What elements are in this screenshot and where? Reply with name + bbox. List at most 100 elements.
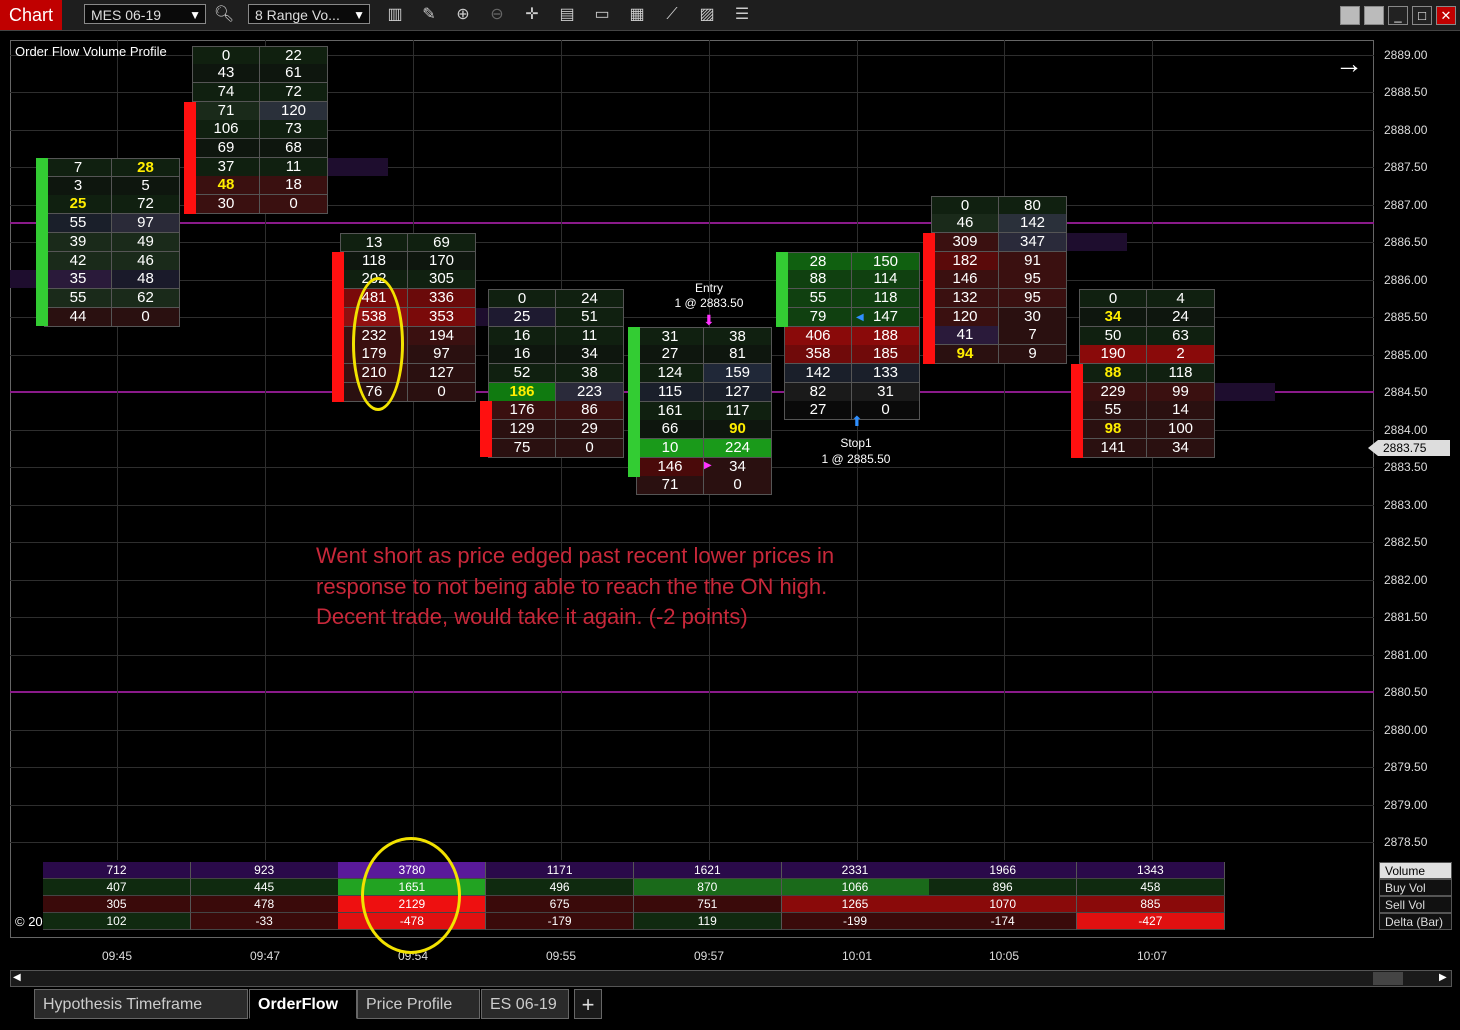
scroll-thumb[interactable] bbox=[1373, 972, 1403, 985]
ask-volume-cell: 95 bbox=[999, 270, 1067, 289]
stat-buy-vol-cell: 496 bbox=[486, 879, 635, 896]
tab-orderflow[interactable]: OrderFlow bbox=[249, 989, 357, 1019]
ask-volume-cell: 62 bbox=[112, 289, 180, 308]
stat-volume-cell: 923 bbox=[190, 862, 339, 879]
bid-volume-cell: 0 bbox=[931, 196, 999, 215]
stat-buy-vol-cell: 870 bbox=[633, 879, 782, 896]
close-icon[interactable]: ✕ bbox=[1436, 6, 1456, 25]
tab-hypothesis-timeframe[interactable]: Hypothesis Timeframe bbox=[34, 989, 248, 1019]
ask-volume-cell: 30 bbox=[999, 308, 1067, 327]
candle-body bbox=[628, 327, 640, 477]
ask-volume-cell: 63 bbox=[1147, 327, 1215, 346]
tab-es-06-19[interactable]: ES 06-19 bbox=[481, 989, 569, 1019]
stat-delta-cell: -427 bbox=[1076, 913, 1225, 930]
ask-volume-cell: 2 bbox=[1147, 345, 1215, 364]
window-group-icon[interactable] bbox=[1364, 6, 1384, 25]
price-label: 2887.00 bbox=[1384, 198, 1428, 212]
ask-volume-cell: 34 bbox=[556, 345, 624, 364]
crosshair-icon[interactable]: ✛ bbox=[520, 4, 544, 26]
horizontal-scrollbar[interactable]: ◀ ▶ bbox=[10, 970, 1452, 987]
stop-label: Stop1 bbox=[840, 436, 872, 450]
scroll-left-icon[interactable]: ◀ bbox=[13, 972, 21, 983]
ask-volume-cell: 69 bbox=[408, 233, 476, 252]
arrow-right-icon[interactable]: → bbox=[1335, 50, 1363, 78]
bid-volume-cell: 25 bbox=[488, 308, 556, 327]
ask-volume-cell: 61 bbox=[260, 64, 328, 83]
ask-volume-cell: 150 bbox=[852, 252, 920, 271]
draw-pencil-icon[interactable]: ✎ bbox=[417, 4, 441, 26]
maximize-icon[interactable]: □ bbox=[1412, 6, 1432, 25]
bar-type-selector[interactable]: 8 Range Vo... ▼ bbox=[248, 4, 370, 24]
ask-volume-cell: 0 bbox=[704, 476, 772, 495]
bars-icon[interactable]: ▥ bbox=[383, 4, 407, 26]
bid-volume-cell: 132 bbox=[931, 289, 999, 308]
ask-volume-cell: 90 bbox=[704, 420, 772, 439]
volume-profile-line bbox=[10, 222, 1374, 224]
scroll-right-icon[interactable]: ▶ bbox=[1439, 972, 1447, 983]
ask-volume-cell: 51 bbox=[556, 308, 624, 327]
bid-volume-cell: 39 bbox=[44, 233, 112, 252]
bid-volume-cell: 358 bbox=[784, 345, 852, 364]
grid-line-h bbox=[10, 730, 1374, 731]
price-label: 2881.50 bbox=[1384, 610, 1428, 624]
indicator-title: Order Flow Volume Profile bbox=[15, 44, 167, 59]
ask-volume-cell: 24 bbox=[1147, 308, 1215, 327]
stat-row-label: Delta (Bar) bbox=[1379, 913, 1452, 930]
candle-body bbox=[332, 252, 344, 402]
candle-body bbox=[923, 233, 935, 364]
ask-volume-cell: 159 bbox=[704, 364, 772, 383]
ask-volume-cell: 120 bbox=[260, 102, 328, 121]
strategies-icon[interactable]: ⟋ bbox=[660, 4, 684, 26]
ask-volume-cell: 223 bbox=[556, 383, 624, 402]
ask-volume-cell: 347 bbox=[999, 233, 1067, 252]
ask-volume-cell: 24 bbox=[556, 289, 624, 308]
stat-sell-vol-cell: 478 bbox=[190, 896, 339, 913]
grid-line-h bbox=[10, 767, 1374, 768]
zoom-out-icon[interactable]: ⊖ bbox=[485, 4, 509, 26]
zoom-in-icon[interactable]: ⊕ bbox=[451, 4, 475, 26]
tab-price-profile[interactable]: Price Profile bbox=[357, 989, 480, 1019]
bid-volume-cell: 88 bbox=[784, 270, 852, 289]
ask-volume-cell: 336 bbox=[408, 289, 476, 308]
highlight-ellipse-stats bbox=[361, 837, 461, 954]
properties-icon[interactable]: ☰ bbox=[730, 4, 754, 26]
bid-volume-cell: 406 bbox=[784, 327, 852, 346]
stat-volume-cell: 1621 bbox=[633, 862, 782, 879]
grid-line-h bbox=[10, 505, 1374, 506]
bid-volume-cell: 28 bbox=[784, 252, 852, 271]
search-icon[interactable]: 🔍︎ bbox=[212, 4, 236, 26]
window-title: Chart bbox=[0, 0, 62, 30]
bar-type-value: 8 Range Vo... bbox=[255, 7, 340, 23]
price-label: 2880.00 bbox=[1384, 723, 1428, 737]
bid-volume-cell: 146 bbox=[636, 458, 704, 477]
ask-volume-cell: 305 bbox=[408, 270, 476, 289]
bid-volume-cell: 35 bbox=[44, 270, 112, 289]
ask-volume-cell: 114 bbox=[852, 270, 920, 289]
price-label: 2883.00 bbox=[1384, 498, 1428, 512]
ask-volume-cell: 97 bbox=[408, 345, 476, 364]
bid-volume-cell: 71 bbox=[636, 476, 704, 495]
stat-buy-vol-cell: 407 bbox=[43, 879, 191, 896]
bid-volume-cell: 27 bbox=[784, 401, 852, 420]
time-label: 10:05 bbox=[988, 949, 1020, 963]
bid-volume-cell: 106 bbox=[192, 120, 260, 139]
templates-icon[interactable]: ▨ bbox=[695, 4, 719, 26]
add-tab-icon[interactable]: + bbox=[574, 989, 602, 1019]
bid-volume-cell: 69 bbox=[192, 139, 260, 158]
grid-line-h bbox=[10, 805, 1374, 806]
price-label: 2885.00 bbox=[1384, 348, 1428, 362]
bid-volume-cell: 75 bbox=[488, 439, 556, 458]
bid-volume-cell: 3 bbox=[44, 177, 112, 196]
ask-volume-cell: 185 bbox=[852, 345, 920, 364]
bid-volume-cell: 161 bbox=[636, 402, 704, 421]
price-label: 2884.00 bbox=[1384, 423, 1428, 437]
data-box-icon[interactable]: ▤ bbox=[555, 4, 579, 26]
bid-volume-cell: 190 bbox=[1079, 345, 1147, 364]
price-label: 2880.50 bbox=[1384, 685, 1428, 699]
indicators-icon[interactable]: ▦ bbox=[625, 4, 649, 26]
chart-style-icon[interactable]: ▭ bbox=[590, 4, 614, 26]
minimize-icon[interactable]: _ bbox=[1388, 6, 1408, 25]
grid-line-v bbox=[1004, 40, 1005, 860]
instrument-selector[interactable]: MES 06-19 ▼ bbox=[84, 4, 206, 24]
window-link-icon[interactable] bbox=[1340, 6, 1360, 25]
